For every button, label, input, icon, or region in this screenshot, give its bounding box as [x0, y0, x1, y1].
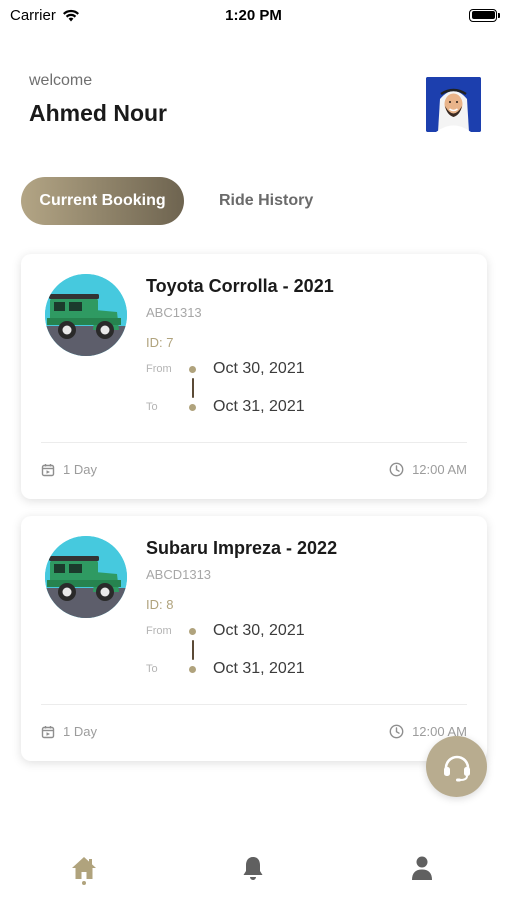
tab-ride-history[interactable]: Ride History [219, 192, 313, 210]
bell-icon [243, 857, 263, 880]
duration-label: 1 Day [63, 724, 97, 739]
timeline-dot [189, 666, 196, 673]
timeline-line [192, 640, 194, 660]
to-date: Oct 31, 2021 [213, 398, 305, 415]
status-left: Carrier [10, 7, 80, 24]
timeline-line [192, 378, 194, 398]
duration-label: 1 Day [63, 462, 97, 477]
card-divider [41, 442, 467, 443]
welcome-label: welcome [29, 72, 93, 89]
to-label: To [146, 663, 158, 675]
headset-icon [443, 755, 470, 781]
home-icon [72, 857, 96, 879]
car-title: Subaru Impreza - 2022 [146, 538, 338, 558]
car-image [45, 536, 127, 618]
bottom-nav [0, 848, 507, 898]
user-icon [412, 856, 432, 880]
from-label: From [146, 625, 172, 637]
car-image [45, 274, 127, 356]
from-date: Oct 30, 2021 [213, 622, 305, 639]
nav-profile[interactable] [402, 848, 442, 888]
clock-icon [389, 724, 404, 739]
car-plate: ABCD1313 [146, 567, 212, 582]
timeline-dot [189, 628, 196, 635]
avatar[interactable] [426, 77, 481, 132]
carrier-label: Carrier [10, 6, 56, 24]
tab-current-booking[interactable]: Current Booking [21, 177, 184, 225]
status-bar: Carrier 1:20 PM [0, 0, 507, 30]
calendar-icon [41, 463, 55, 476]
battery-icon [469, 8, 500, 22]
time-label: 12:00 AM [412, 462, 467, 477]
to-label: To [146, 401, 158, 413]
booking-time: 12:00 AM [389, 462, 467, 477]
nav-notifications[interactable] [233, 848, 273, 888]
car-title: Toyota Corrolla - 2021 [146, 276, 334, 296]
booking-card[interactable]: Toyota Corrolla - 2021 ABC1313 ID: 7 Fro… [21, 254, 487, 499]
timeline-dot [189, 404, 196, 411]
header: welcome Ahmed Nour [29, 72, 481, 142]
booking-card[interactable]: Subaru Impreza - 2022 ABCD1313 ID: 8 Fro… [21, 516, 487, 761]
to-date: Oct 31, 2021 [213, 660, 305, 677]
user-name: Ahmed Nour [29, 100, 167, 126]
timeline-dot [189, 366, 196, 373]
wifi-icon [62, 9, 79, 21]
card-divider [41, 704, 467, 705]
car-plate: ABC1313 [146, 305, 202, 320]
clock-icon [389, 462, 404, 477]
support-button[interactable] [426, 736, 487, 797]
booking-id: ID: 7 [146, 335, 174, 350]
calendar-icon [41, 725, 55, 738]
booking-id: ID: 8 [146, 597, 174, 612]
nav-active-indicator [82, 881, 86, 885]
avatar-image [426, 77, 481, 132]
duration: 1 Day [41, 462, 97, 477]
from-date: Oct 30, 2021 [213, 360, 305, 377]
from-label: From [146, 363, 172, 375]
booking-tabs: Current Booking Ride History [21, 177, 313, 225]
duration: 1 Day [41, 724, 97, 739]
